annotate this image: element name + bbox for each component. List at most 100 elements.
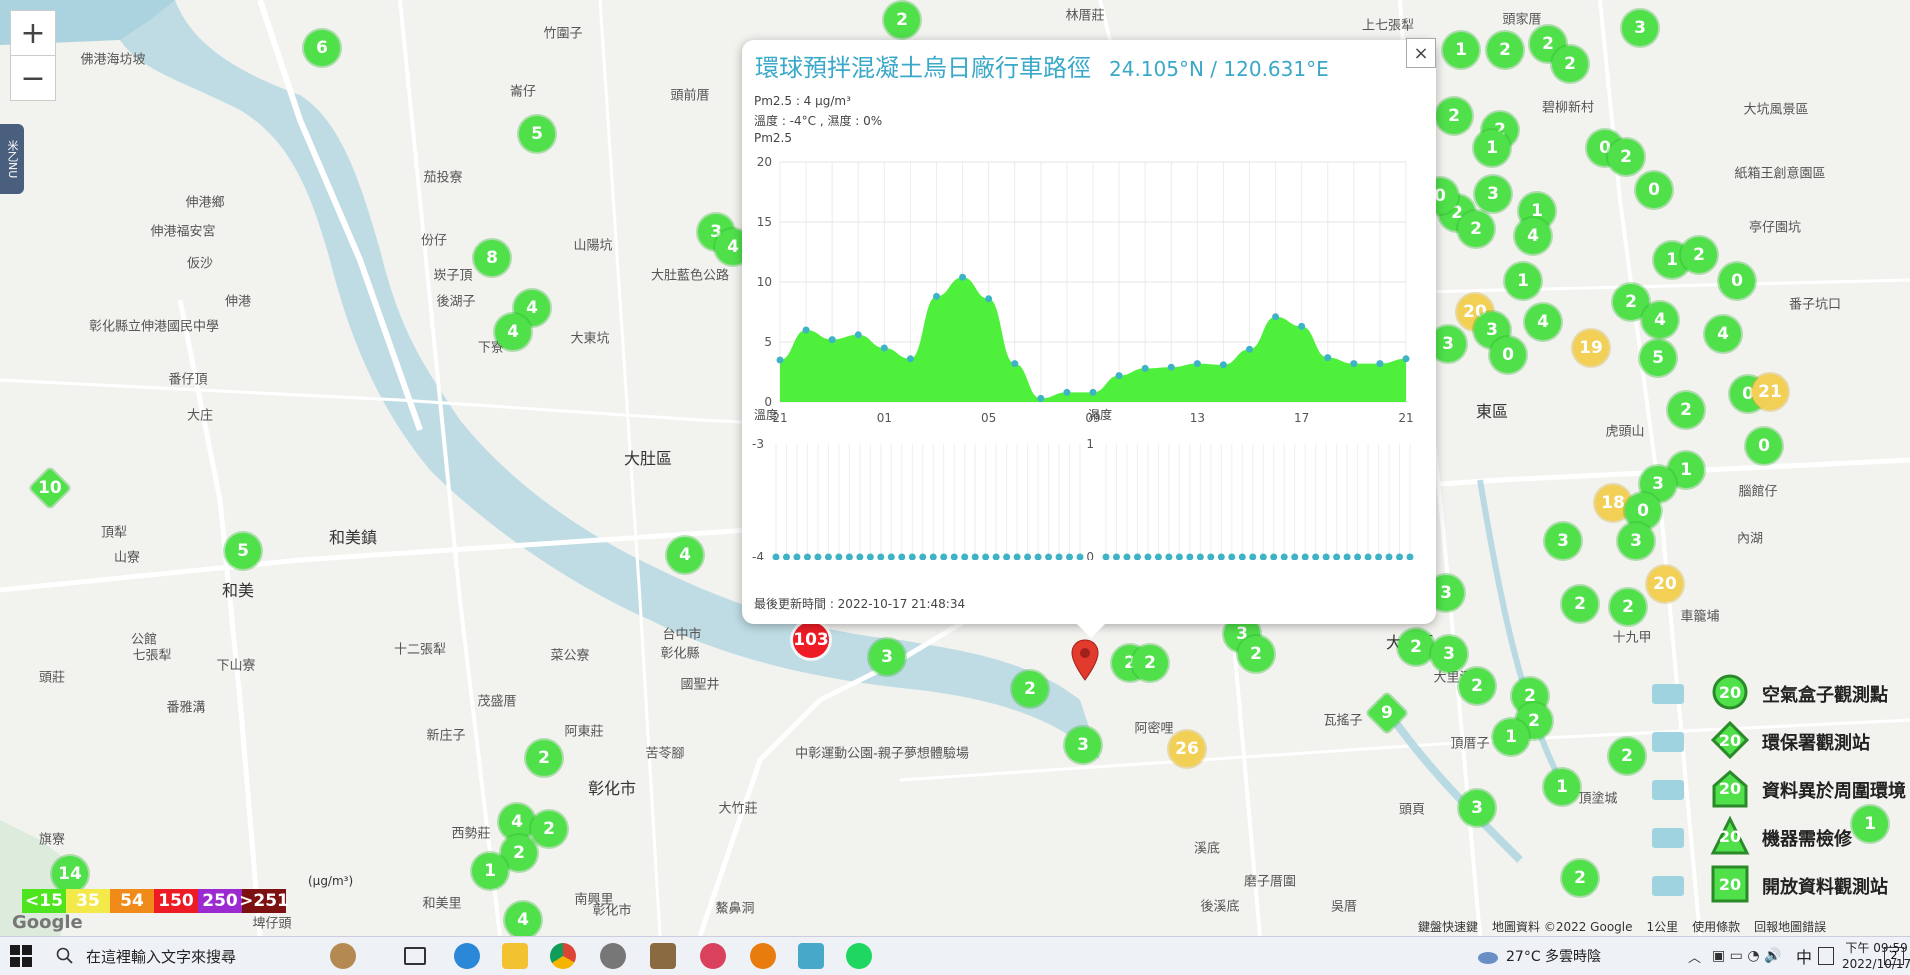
airbox-marker[interactable]: 2 bbox=[884, 2, 920, 38]
edge-browser-icon[interactable] bbox=[454, 937, 480, 975]
data-point bbox=[1291, 553, 1299, 560]
airbox-marker[interactable]: 3 bbox=[1622, 10, 1658, 46]
airbox-marker[interactable]: 2 bbox=[1487, 32, 1523, 68]
airbox-marker[interactable]: 5 bbox=[519, 116, 555, 152]
side-panel-tab[interactable]: 米乙NU bbox=[0, 124, 24, 194]
marker-value: 2 bbox=[1024, 679, 1036, 699]
weather-widget[interactable]: 27°C 多雲時陰 bbox=[1476, 937, 1601, 975]
airbox-marker[interactable]: 4 bbox=[505, 902, 541, 936]
station-badge-icon: 20 bbox=[1710, 720, 1750, 760]
station-name: 環球預拌混凝土烏日廠行車路徑 bbox=[755, 54, 1091, 82]
taskbar-search-box[interactable]: 在這裡輸入文字來搜尋 bbox=[56, 937, 376, 975]
station-type-icon bbox=[1652, 780, 1684, 800]
airbox-marker[interactable]: 4 bbox=[495, 314, 531, 350]
location-pin-icon[interactable] bbox=[1070, 638, 1100, 682]
file-explorer-icon[interactable] bbox=[502, 937, 528, 975]
airbox-marker[interactable]: 0 bbox=[1719, 263, 1755, 299]
airbox-marker[interactable]: 2 bbox=[526, 740, 562, 776]
airbox-marker[interactable]: 4 bbox=[1642, 302, 1678, 338]
airbox-marker[interactable]: 2 bbox=[531, 811, 567, 847]
airbox-marker[interactable]: 4 bbox=[1705, 316, 1741, 352]
airbox-marker[interactable]: 2 bbox=[1238, 636, 1274, 672]
attribution-item[interactable]: 使用條款 bbox=[1692, 920, 1740, 934]
airbox-marker[interactable]: 4 bbox=[667, 537, 703, 573]
airbox-marker[interactable]: 0 bbox=[1746, 428, 1782, 464]
airbox-marker[interactable]: 2 bbox=[1562, 586, 1598, 622]
attribution-item[interactable]: 回報地圖錯誤 bbox=[1754, 920, 1826, 934]
airbox-marker[interactable]: 2 bbox=[1562, 860, 1598, 896]
legend-swatch: >251 bbox=[239, 889, 289, 913]
airbox-marker[interactable]: 2 bbox=[1132, 645, 1168, 681]
airbox-marker[interactable]: 1 bbox=[1505, 263, 1541, 299]
airbox-marker[interactable]: 21 bbox=[1752, 374, 1788, 410]
airbox-marker[interactable]: 5 bbox=[1640, 340, 1676, 376]
data-point bbox=[992, 553, 1000, 560]
windows-taskbar: 在這裡輸入文字來搜尋 27°C 多雲時陰 ︿ ▣ ▭ ◔ 🔊 中 下午 09:5… bbox=[0, 936, 1910, 975]
chrome-browser-icon[interactable] bbox=[550, 937, 576, 975]
notification-center-icon[interactable]: 2 bbox=[1884, 937, 1906, 975]
ime-icon[interactable] bbox=[1818, 937, 1838, 975]
attribution-item[interactable]: 鍵盤快速鍵 bbox=[1418, 920, 1478, 934]
airbox-marker[interactable]: 2 bbox=[1012, 671, 1048, 707]
airbox-marker[interactable]: 2 bbox=[1609, 738, 1645, 774]
station-legend-row: 20 開放資料觀測站 bbox=[1650, 864, 1910, 912]
airbox-marker[interactable]: 4 bbox=[1515, 218, 1551, 254]
map-place-label: 鰲鼻洞 bbox=[715, 901, 755, 917]
airbox-marker[interactable]: 8 bbox=[474, 240, 510, 276]
app-compass-icon[interactable] bbox=[600, 937, 626, 975]
chevron-up-icon[interactable]: ︿ bbox=[1688, 937, 1701, 975]
system-tray-icons[interactable]: ▣ ▭ ◔ 🔊 bbox=[1712, 937, 1792, 975]
start-button[interactable] bbox=[10, 937, 40, 975]
airbox-marker[interactable]: 3 bbox=[1475, 176, 1511, 212]
marker-value: 3 bbox=[1630, 531, 1642, 551]
airbox-marker[interactable]: 2 bbox=[1681, 237, 1717, 273]
spotify-icon[interactable] bbox=[846, 937, 872, 975]
airbox-marker[interactable]: 2 bbox=[1458, 211, 1494, 247]
zoom-out-button[interactable]: − bbox=[10, 55, 56, 101]
airbox-marker[interactable]: 103 bbox=[793, 622, 829, 658]
map-place-label: 和美鎮 bbox=[328, 528, 378, 547]
airbox-marker[interactable]: 1 bbox=[1443, 32, 1479, 68]
airbox-marker[interactable]: 2 bbox=[1608, 139, 1644, 175]
airbox-marker[interactable]: 2 bbox=[1398, 629, 1434, 665]
airbox-marker[interactable]: 2 bbox=[1436, 98, 1472, 134]
blender-icon[interactable] bbox=[750, 937, 776, 975]
airbox-marker[interactable]: 0 bbox=[1490, 337, 1526, 373]
airbox-marker[interactable]: 3 bbox=[1431, 636, 1467, 672]
airbox-marker[interactable]: 3 bbox=[1065, 727, 1101, 763]
input-method-indicator[interactable]: 中 bbox=[1796, 937, 1812, 975]
airbox-marker[interactable]: 3 bbox=[1618, 523, 1654, 559]
map-place-label: 和美 bbox=[221, 581, 255, 600]
airbox-marker[interactable]: 2 bbox=[1610, 589, 1646, 625]
airbox-marker[interactable]: 1 bbox=[1474, 130, 1510, 166]
zoom-in-button[interactable]: + bbox=[10, 10, 56, 56]
task-view-icon[interactable] bbox=[404, 937, 426, 975]
app-snip-icon[interactable] bbox=[700, 937, 726, 975]
data-point bbox=[1144, 553, 1152, 560]
airbox-marker[interactable]: 20 bbox=[1647, 566, 1683, 602]
app-notes-icon[interactable] bbox=[798, 937, 824, 975]
app-tool-icon[interactable] bbox=[650, 937, 676, 975]
close-popup-button[interactable]: × bbox=[1406, 38, 1436, 68]
airbox-marker[interactable]: 1 bbox=[472, 853, 508, 889]
airbox-marker[interactable]: 5 bbox=[225, 533, 261, 569]
airbox-marker[interactable]: 2 bbox=[1668, 392, 1704, 428]
airbox-marker[interactable]: 2 bbox=[1459, 668, 1495, 704]
airbox-marker[interactable]: 19 bbox=[1573, 330, 1609, 366]
airbox-marker[interactable]: 3 bbox=[1545, 523, 1581, 559]
airbox-marker[interactable]: 2 bbox=[1552, 46, 1588, 82]
airbox-marker[interactable]: 6 bbox=[304, 30, 340, 66]
station-coordinates: 24.105°N / 120.631°E bbox=[1109, 57, 1329, 81]
airbox-marker[interactable]: 3 bbox=[1459, 790, 1495, 826]
airbox-marker[interactable]: 26 bbox=[1169, 731, 1205, 767]
attribution-item[interactable]: 地圖資料 ©2022 Google bbox=[1492, 920, 1633, 934]
attribution-item[interactable]: 1公里 bbox=[1647, 920, 1679, 934]
pm25-point bbox=[1115, 372, 1123, 380]
airbox-marker[interactable]: 14 bbox=[52, 856, 88, 892]
y-tick-label: 1 bbox=[1086, 437, 1094, 451]
airbox-marker[interactable]: 0 bbox=[1636, 172, 1672, 208]
airbox-marker[interactable]: 1 bbox=[1544, 769, 1580, 805]
airbox-marker[interactable]: 4 bbox=[1525, 304, 1561, 340]
airbox-marker[interactable]: 1 bbox=[1493, 719, 1529, 755]
airbox-marker[interactable]: 3 bbox=[869, 639, 905, 675]
